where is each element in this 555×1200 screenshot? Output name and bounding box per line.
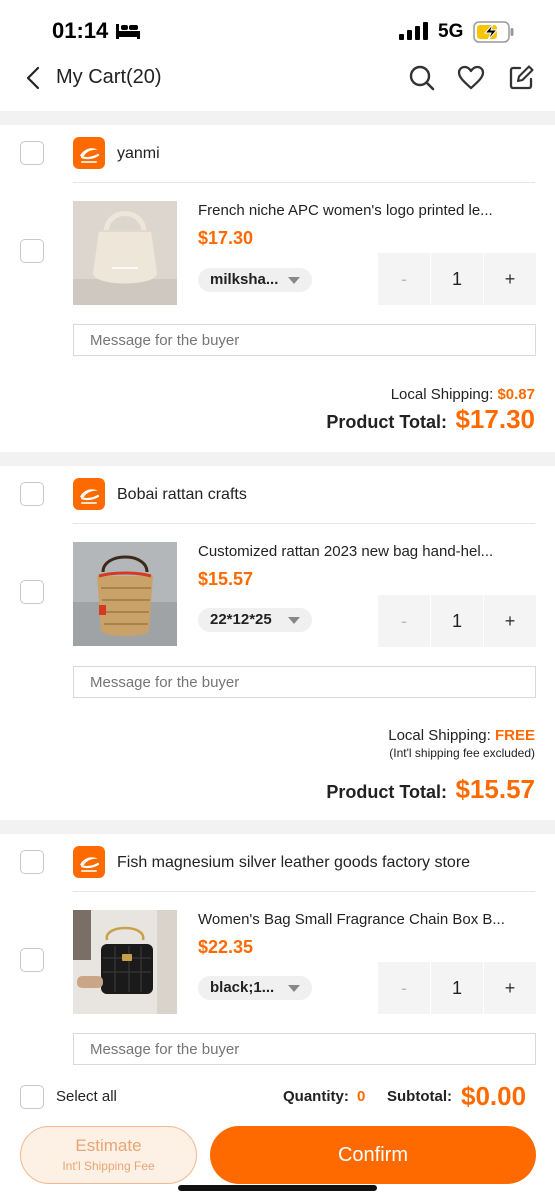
- store-checkbox[interactable]: [20, 482, 44, 506]
- store-name[interactable]: Fish magnesium silver leather goods fact…: [117, 854, 470, 872]
- section-divider: [0, 111, 555, 125]
- increment-button[interactable]: +: [484, 962, 536, 1014]
- sleep-mode-icon: [115, 22, 141, 45]
- section-divider: [0, 452, 555, 466]
- subtotal-value: $0.00: [461, 1081, 527, 1111]
- caret-down-icon: [288, 277, 300, 284]
- shipping-value: FREE: [494, 727, 535, 744]
- status-time: 01:14: [52, 18, 109, 43]
- variant-selector[interactable]: black;1...: [198, 976, 312, 1000]
- product-title[interactable]: Customized rattan 2023 new bag hand-hel.…: [198, 543, 536, 560]
- confirm-button[interactable]: Confirm: [210, 1126, 536, 1184]
- signal-icon: [399, 22, 429, 45]
- status-bar: 01:14 5G: [0, 0, 555, 60]
- home-indicator: [178, 1185, 377, 1191]
- checkout-bar: Select all Quantity: 0 Subtotal: $0.00 E…: [0, 1075, 555, 1200]
- product-thumbnail[interactable]: [73, 201, 177, 305]
- local-shipping: Local Shipping: $0.87: [391, 386, 535, 403]
- nav-bar: My Cart(20): [0, 55, 555, 105]
- subtotal-label: Subtotal:: [387, 1088, 452, 1105]
- product-thumbnail[interactable]: [73, 910, 177, 1014]
- quantity-value[interactable]: 1: [431, 253, 483, 305]
- quantity-value[interactable]: 1: [431, 595, 483, 647]
- product-title[interactable]: French niche APC women's logo printed le…: [198, 202, 536, 219]
- estimate-label: Estimate: [75, 1136, 142, 1155]
- variant-selector[interactable]: milksha...: [198, 268, 312, 292]
- battery-charging-icon: [473, 21, 515, 48]
- caret-down-icon: [288, 985, 300, 992]
- estimate-shipping-button[interactable]: Estimate Int'l Shipping Fee: [20, 1126, 197, 1184]
- store-checkbox[interactable]: [20, 141, 44, 165]
- estimate-sub-label: Int'l Shipping Fee: [62, 1159, 155, 1173]
- variant-selector[interactable]: 22*12*25: [198, 608, 312, 632]
- alibaba-logo-icon: [73, 478, 105, 510]
- quantity-value[interactable]: 1: [431, 962, 483, 1014]
- variant-value: milksha...: [210, 271, 279, 288]
- decrement-button[interactable]: -: [378, 962, 430, 1014]
- store-name[interactable]: Bobai rattan crafts: [117, 486, 247, 504]
- quantity-stepper: - 1 +: [378, 253, 536, 305]
- total-label: Product Total:: [326, 782, 448, 802]
- heart-icon[interactable]: [457, 64, 485, 97]
- buyer-message-input[interactable]: [73, 666, 536, 698]
- product-price: $22.35: [198, 937, 254, 957]
- back-arrow-icon[interactable]: [22, 65, 46, 96]
- quantity-stepper: - 1 +: [378, 595, 536, 647]
- alibaba-logo-icon: [73, 846, 105, 878]
- buyer-message-input[interactable]: [73, 324, 536, 356]
- section-divider: [0, 820, 555, 834]
- decrement-button[interactable]: -: [378, 253, 430, 305]
- divider: [73, 523, 535, 524]
- shipping-label: Local Shipping:: [388, 727, 491, 744]
- variant-value: 22*12*25: [210, 611, 272, 628]
- alibaba-logo-icon: [73, 137, 105, 169]
- product-checkbox[interactable]: [20, 580, 44, 604]
- total-label: Product Total:: [326, 412, 448, 432]
- product-price: $15.57: [198, 569, 254, 589]
- quantity-label: Quantity:: [283, 1088, 349, 1105]
- product-total: Product Total: $15.57: [326, 774, 535, 805]
- select-all-label[interactable]: Select all: [56, 1088, 117, 1105]
- shipping-label: Local Shipping:: [390, 386, 494, 403]
- store-card: yanmi French niche APC women's logo prin…: [0, 125, 555, 452]
- store-card: Bobai rattan crafts Customized rattan 20…: [0, 466, 555, 820]
- product-total: Product Total: $17.30: [326, 404, 535, 435]
- divider: [73, 182, 535, 183]
- network-label: 5G: [438, 21, 464, 42]
- store-card: Fish magnesium silver leather goods fact…: [0, 834, 555, 1075]
- product-checkbox[interactable]: [20, 948, 44, 972]
- page-title: My Cart(20): [56, 66, 162, 88]
- product-checkbox[interactable]: [20, 239, 44, 263]
- total-value: $17.30: [455, 404, 535, 434]
- local-shipping: Local Shipping: FREE: [388, 727, 535, 744]
- divider: [73, 891, 535, 892]
- select-all-checkbox[interactable]: [20, 1085, 44, 1109]
- product-title[interactable]: Women's Bag Small Fragrance Chain Box B.…: [198, 911, 536, 928]
- total-value: $15.57: [455, 774, 535, 804]
- store-checkbox[interactable]: [20, 850, 44, 874]
- quantity-value: 0: [357, 1088, 366, 1105]
- product-price: $17.30: [198, 228, 254, 248]
- edit-icon[interactable]: [507, 64, 535, 97]
- buyer-message-input[interactable]: [73, 1033, 536, 1065]
- store-name[interactable]: yanmi: [117, 145, 160, 163]
- variant-value: black;1...: [210, 979, 275, 996]
- decrement-button[interactable]: -: [378, 595, 430, 647]
- increment-button[interactable]: +: [484, 253, 536, 305]
- shipping-note: (Int'l shipping fee excluded): [389, 746, 535, 760]
- quantity-stepper: - 1 +: [378, 962, 536, 1014]
- search-icon[interactable]: [408, 64, 436, 97]
- product-thumbnail[interactable]: [73, 542, 177, 646]
- caret-down-icon: [288, 617, 300, 624]
- shipping-value: $0.87: [497, 386, 535, 403]
- increment-button[interactable]: +: [484, 595, 536, 647]
